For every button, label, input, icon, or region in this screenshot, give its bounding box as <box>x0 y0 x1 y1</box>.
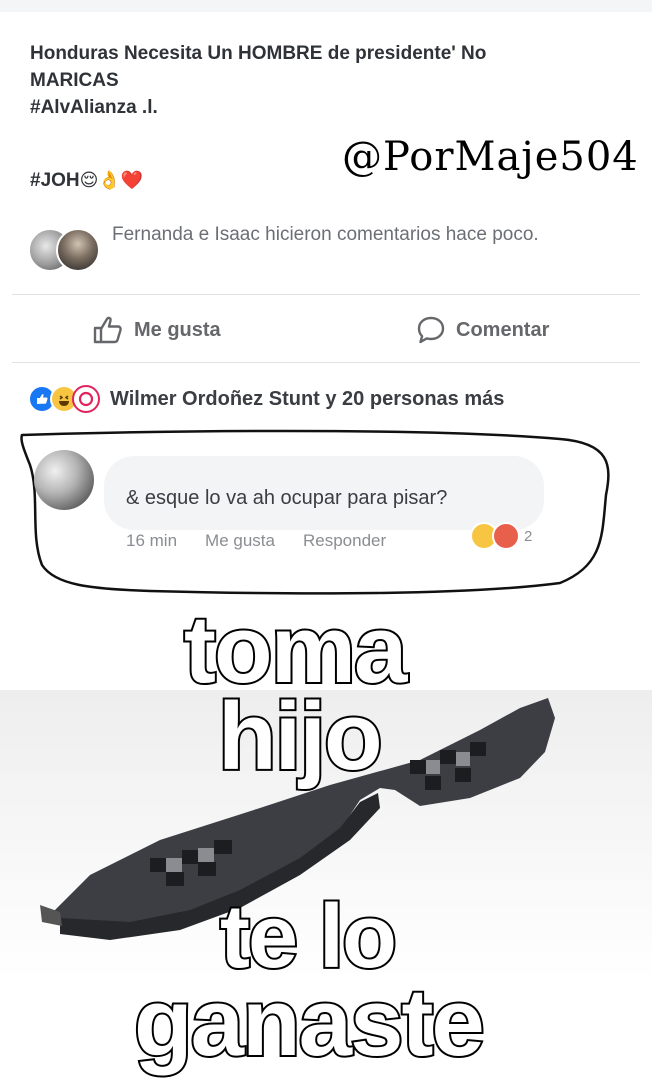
emoji-group: 😌👌❤️ <box>79 170 144 191</box>
recent-activity-text[interactable]: Fernanda e Isaac hicieron comentarios ha… <box>112 220 632 249</box>
avatar[interactable] <box>56 228 100 272</box>
thumbs-up-icon <box>93 316 122 344</box>
comment-reactions[interactable]: 2 <box>470 522 532 550</box>
love-reaction-icon <box>72 385 100 413</box>
reactions-summary[interactable]: Wilmer Ordoñez Stunt y 20 personas más <box>28 384 504 414</box>
comment-reply-link[interactable]: Responder <box>303 531 386 551</box>
angry-reaction-icon <box>492 522 520 550</box>
watermark: @PorMaje504 <box>342 134 639 180</box>
hashtag-joh-row: #JOH😌👌❤️ <box>30 170 143 192</box>
comment-button[interactable]: Comentar <box>416 310 549 350</box>
post-text-line: Honduras Necesita Un HOMBRE de president… <box>30 43 487 64</box>
hashtag-alvalianza[interactable]: #AlvAlianza .l. <box>30 94 620 121</box>
post-text-line: MARICAS <box>30 70 119 91</box>
divider <box>12 294 640 295</box>
top-edge <box>0 0 652 12</box>
reactions-text[interactable]: Wilmer Ordoñez Stunt y 20 personas más <box>110 388 504 411</box>
comment-time: 16 min <box>126 531 178 550</box>
commenter-avatar[interactable] <box>34 450 94 510</box>
comment-like-link[interactable]: Me gusta <box>205 531 275 551</box>
like-label: Me gusta <box>134 318 221 341</box>
hashtag-joh[interactable]: #JOH <box>30 170 80 191</box>
like-button[interactable]: Me gusta <box>92 310 221 350</box>
comment-label: Comentar <box>456 318 550 341</box>
post-text: Honduras Necesita Un HOMBRE de president… <box>30 40 620 121</box>
comment-meta: 16 min Me gusta Responder <box>126 531 386 551</box>
commenter-avatars[interactable] <box>28 226 100 274</box>
comment-text: & esque lo va ah ocupar para pisar? <box>126 487 448 509</box>
reaction-count: 2 <box>524 527 533 545</box>
meme-caption-line: ganaste <box>132 969 487 1076</box>
comment-icon <box>417 316 445 344</box>
divider <box>12 362 640 363</box>
meme-caption-line: hijo <box>216 683 385 790</box>
